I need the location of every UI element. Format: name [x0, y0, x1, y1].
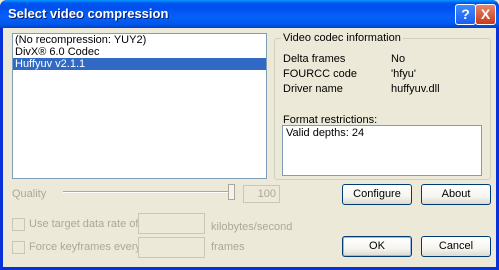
ok-button[interactable]: OK — [342, 236, 412, 257]
help-icon[interactable]: ? — [455, 4, 476, 25]
force-keyframes-label: Force keyframes every — [29, 241, 141, 253]
quality-slider-thumb[interactable] — [228, 184, 235, 200]
title-bar[interactable]: Select video compression ? X — [0, 0, 499, 28]
data-rate-unit: kilobytes/second — [211, 221, 293, 233]
quality-slider-track[interactable] — [63, 191, 231, 193]
codec-list-item[interactable]: DivX® 6.0 Codec — [13, 46, 266, 58]
driver-name-label: Driver name — [283, 83, 343, 95]
fourcc-value: 'hfyu' — [391, 68, 416, 80]
keyframes-input[interactable] — [138, 237, 205, 258]
dialog-body: (No recompression: YUY2) DivX® 6.0 Codec… — [3, 28, 496, 267]
codec-info-group: Video codec information Delta frames No … — [274, 32, 491, 180]
window-title: Select video compression — [8, 6, 169, 21]
keyframes-unit: frames — [211, 241, 245, 253]
delta-frames-label: Delta frames — [283, 53, 346, 65]
target-data-rate-label: Use target data rate of — [29, 218, 139, 230]
driver-name-value: huffyuv.dll — [391, 83, 440, 95]
fourcc-label: FOURCC code — [283, 68, 357, 80]
codec-list[interactable]: (No recompression: YUY2) DivX® 6.0 Codec… — [12, 33, 267, 179]
codec-list-item[interactable]: (No recompression: YUY2) — [13, 34, 266, 46]
quality-label: Quality — [12, 188, 47, 200]
cancel-button[interactable]: Cancel — [421, 236, 491, 257]
quality-input[interactable]: 100 — [243, 185, 280, 203]
dialog-window: Select video compression ? X (No recompr… — [0, 0, 499, 270]
delta-frames-value: No — [391, 53, 406, 65]
about-button[interactable]: About — [421, 184, 491, 205]
format-restrictions-text: Valid depths: 24 — [286, 127, 365, 139]
codec-list-item-selected[interactable]: Huffyuv v2.1.1 — [13, 58, 266, 70]
data-rate-input[interactable] — [138, 213, 205, 234]
codec-info-title: Video codec information — [281, 32, 403, 44]
target-data-rate-checkbox[interactable] — [12, 218, 25, 231]
close-icon[interactable]: X — [475, 4, 496, 25]
force-keyframes-checkbox[interactable] — [12, 241, 25, 254]
format-restrictions-box: Valid depths: 24 — [282, 125, 482, 176]
configure-button[interactable]: Configure — [342, 184, 412, 205]
